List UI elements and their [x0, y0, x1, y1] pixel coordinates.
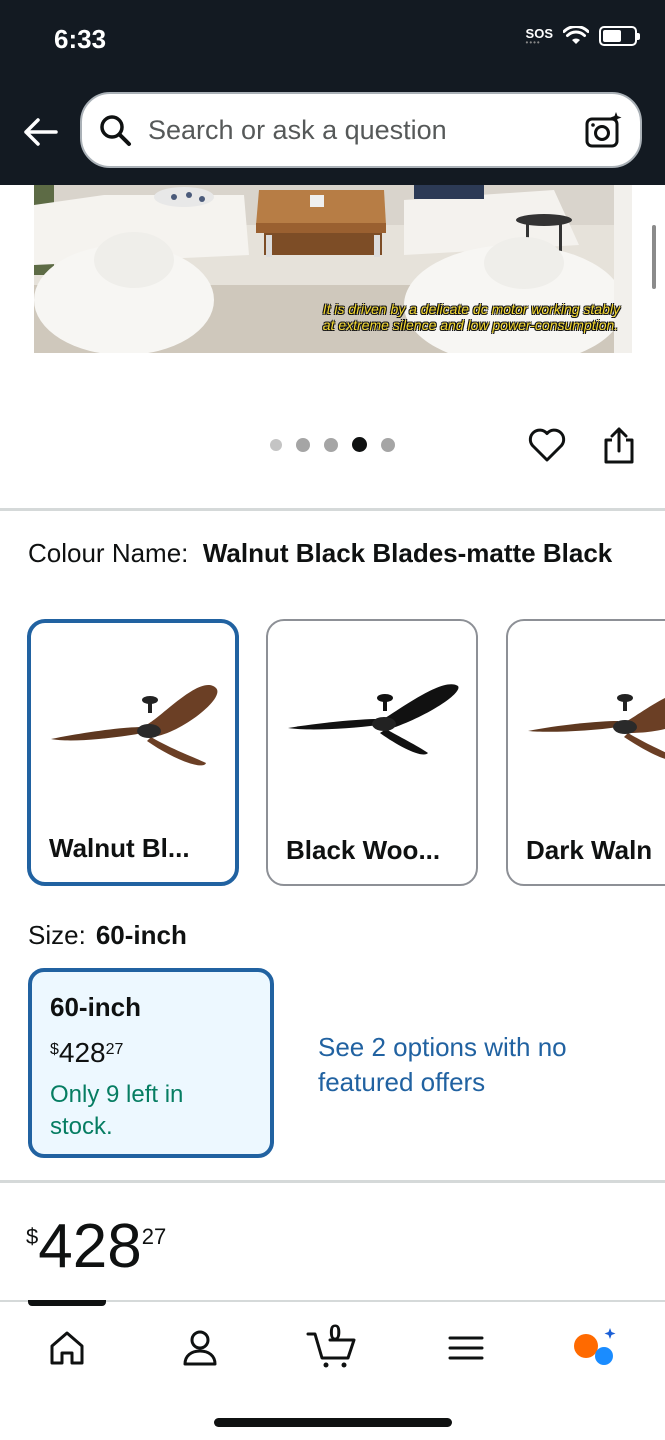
- carousel-dot[interactable]: [381, 437, 395, 452]
- sos-indicator: SOS ••••: [525, 25, 553, 47]
- top-header: 6:33 SOS •••• Search or ask a question: [0, 0, 665, 185]
- size-option-name: 60-inch: [50, 992, 142, 1022]
- scrollbar[interactable]: [652, 225, 656, 289]
- account-icon[interactable]: [178, 1326, 222, 1370]
- carousel-dot[interactable]: [270, 438, 282, 451]
- camera-search-icon[interactable]: [584, 110, 624, 150]
- size-option-60-inch[interactable]: 60-inch $42827 Only 9 left in stock.: [28, 968, 274, 1158]
- carousel-dot-active[interactable]: [352, 437, 367, 452]
- ceiling-fan-image: [288, 684, 459, 755]
- size-option-price: $42827: [50, 1037, 124, 1068]
- product-image[interactable]: It is driven by a delicate dc motor work…: [34, 185, 632, 353]
- cart-count: 0: [329, 1320, 342, 1345]
- colour-option-black-wood[interactable]: Black Woo...: [266, 619, 478, 886]
- see-options-link[interactable]: See 2 options with no featured offers: [318, 1030, 598, 1100]
- carousel-dots[interactable]: [270, 437, 395, 452]
- status-time: 6:33: [54, 24, 107, 54]
- home-indicator: [214, 1418, 452, 1427]
- back-arrow-icon[interactable]: [20, 112, 60, 152]
- wifi-icon: [563, 26, 589, 44]
- colour-option-dark-walnut[interactable]: Dark Waln: [506, 619, 665, 886]
- size-label: Size: 60-inch: [28, 920, 187, 950]
- colour-option-label: Walnut Bl...: [49, 833, 190, 863]
- share-icon[interactable]: [600, 425, 638, 465]
- rufus-assistant-icon[interactable]: [570, 1326, 620, 1370]
- search-placeholder: Search or ask a question: [148, 114, 447, 145]
- home-icon[interactable]: [45, 1326, 89, 1370]
- heart-icon[interactable]: [527, 425, 567, 465]
- ceiling-fan-image: [528, 694, 665, 759]
- product-price: $ 428 27: [26, 1212, 167, 1281]
- status-icons: SOS ••••: [525, 25, 640, 47]
- section-divider: [0, 1180, 665, 1183]
- colour-option-label: Black Woo...: [286, 835, 441, 865]
- search-input[interactable]: Search or ask a question: [80, 92, 642, 168]
- colour-option-walnut-black[interactable]: Walnut Bl...: [27, 619, 239, 886]
- ceiling-fan-image: [51, 684, 218, 766]
- colour-option-label: Dark Waln: [526, 835, 653, 865]
- section-divider: [0, 508, 665, 511]
- carousel-dot[interactable]: [324, 437, 338, 452]
- bottom-nav: 0: [0, 1300, 665, 1440]
- image-caption: It is driven by a delicate dc motor work…: [322, 301, 620, 333]
- carousel-dot[interactable]: [296, 437, 310, 452]
- battery-icon: [599, 26, 640, 46]
- nav-active-indicator: [28, 1300, 106, 1306]
- stock-status: Only 9 left in stock.: [50, 1081, 184, 1140]
- search-icon: [100, 115, 131, 146]
- colour-name: Colour Name: Walnut Black Blades-matte B…: [28, 538, 613, 568]
- menu-icon[interactable]: [444, 1326, 488, 1370]
